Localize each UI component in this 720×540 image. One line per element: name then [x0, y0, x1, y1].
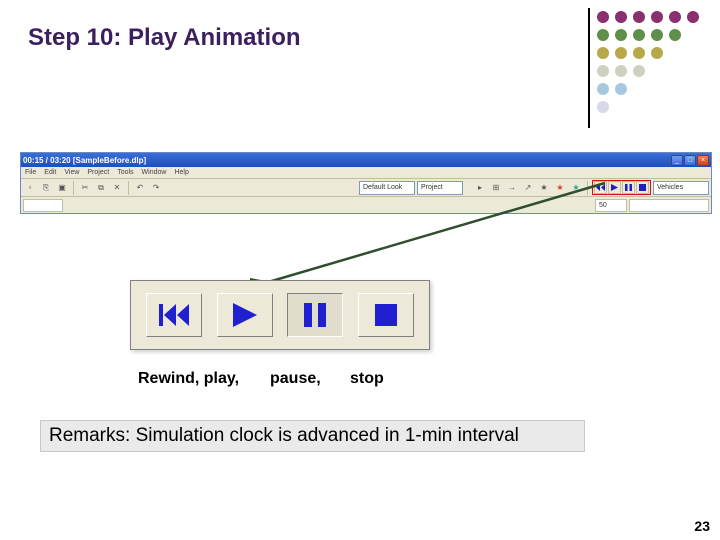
decorative-dot	[597, 11, 609, 23]
separator	[128, 181, 129, 195]
stop-button-large[interactable]	[358, 293, 414, 337]
decorative-dot	[597, 65, 609, 77]
decorative-dot	[597, 101, 609, 113]
stop-icon	[375, 304, 397, 326]
window-titlebar: 00:15 / 03:20 [SampleBefore.dlp] _ □ ×	[21, 153, 711, 167]
rewind-button-large[interactable]	[146, 293, 202, 337]
value-cell[interactable]: 50	[595, 199, 627, 212]
slide-title: Step 10: Play Animation	[28, 24, 301, 52]
stop-button[interactable]	[636, 181, 649, 194]
remarks-bar: Remarks: Simulation clock is advanced in…	[40, 420, 585, 452]
decorative-dot	[615, 47, 627, 59]
window-title: 00:15 / 03:20 [SampleBefore.dlp]	[23, 156, 146, 165]
rewind-icon	[159, 304, 189, 326]
decorative-dots	[594, 8, 702, 116]
decorative-dot	[651, 47, 663, 59]
cut-icon[interactable]: ✂	[78, 181, 92, 195]
redo-icon[interactable]: ↷	[149, 181, 163, 195]
tool-icon[interactable]: ⊞	[489, 181, 503, 195]
menu-bar: File Edit View Project Tools Window Help	[21, 167, 711, 179]
decorative-dot	[633, 65, 645, 77]
decorative-dot	[615, 83, 627, 95]
decorative-dot	[597, 29, 609, 41]
tool-icon[interactable]: ★	[553, 181, 567, 195]
caption-rewind-play: Rewind, play,	[138, 370, 239, 388]
menu-item[interactable]: Project	[87, 169, 109, 176]
decorative-dot	[651, 11, 663, 23]
separator	[73, 181, 74, 195]
menu-item[interactable]: View	[64, 169, 79, 176]
toolbar: ▫ ⎘ ▣ ✂ ⧉ ✕ ↶ ↷ Default Look Project ▸ ⊞…	[21, 179, 711, 197]
copy-icon[interactable]: ⧉	[94, 181, 108, 195]
decorative-dot	[633, 29, 645, 41]
play-button-large[interactable]	[217, 293, 273, 337]
playback-controls-highlighted	[592, 180, 651, 195]
pause-icon	[304, 303, 326, 327]
save-icon[interactable]: ▣	[55, 181, 69, 195]
decorative-dot	[633, 47, 645, 59]
look-combo[interactable]: Default Look	[359, 181, 415, 195]
play-icon	[233, 303, 257, 327]
decorative-dot	[615, 29, 627, 41]
menu-item[interactable]: Window	[142, 169, 167, 176]
decorative-dot	[669, 11, 681, 23]
decorative-dot	[669, 29, 681, 41]
caption-stop: stop	[350, 370, 384, 388]
window-buttons: _ □ ×	[671, 155, 709, 166]
tool-icon[interactable]: ★	[569, 181, 583, 195]
rewind-button[interactable]	[594, 181, 607, 194]
tool-icon[interactable]: →	[505, 181, 519, 195]
tool-icon[interactable]: ▸	[473, 181, 487, 195]
decorative-dot	[615, 65, 627, 77]
decorative-dot	[651, 29, 663, 41]
vehicles-combo[interactable]: Vehicles	[653, 181, 709, 195]
new-icon[interactable]: ▫	[23, 181, 37, 195]
input-cell[interactable]	[23, 199, 63, 212]
project-combo[interactable]: Project	[417, 181, 463, 195]
play-button[interactable]	[608, 181, 621, 194]
menu-item[interactable]: File	[25, 169, 36, 176]
tool-icon[interactable]: ★	[537, 181, 551, 195]
slide-number: 23	[694, 518, 710, 534]
delete-icon[interactable]: ✕	[110, 181, 124, 195]
tool-icon[interactable]: ↗	[521, 181, 535, 195]
decorative-dot	[597, 83, 609, 95]
decorative-dot	[633, 11, 645, 23]
decorative-dot	[687, 11, 699, 23]
vertical-divider	[588, 8, 590, 128]
decorative-dot	[615, 11, 627, 23]
input-row: 50	[21, 197, 711, 213]
decorative-dot	[597, 47, 609, 59]
menu-item[interactable]: Edit	[44, 169, 56, 176]
application-window: 00:15 / 03:20 [SampleBefore.dlp] _ □ × F…	[20, 152, 712, 214]
caption-pause: pause,	[270, 370, 321, 388]
close-button[interactable]: ×	[697, 155, 709, 166]
input-cell[interactable]	[629, 199, 709, 212]
menu-item[interactable]: Help	[174, 169, 188, 176]
undo-icon[interactable]: ↶	[133, 181, 147, 195]
open-icon[interactable]: ⎘	[39, 181, 53, 195]
pause-button-large[interactable]	[287, 293, 343, 337]
menu-item[interactable]: Tools	[117, 169, 133, 176]
separator	[587, 181, 588, 195]
maximize-button[interactable]: □	[684, 155, 696, 166]
minimize-button[interactable]: _	[671, 155, 683, 166]
playback-panel-enlarged	[130, 280, 430, 350]
pause-button[interactable]	[622, 181, 635, 194]
